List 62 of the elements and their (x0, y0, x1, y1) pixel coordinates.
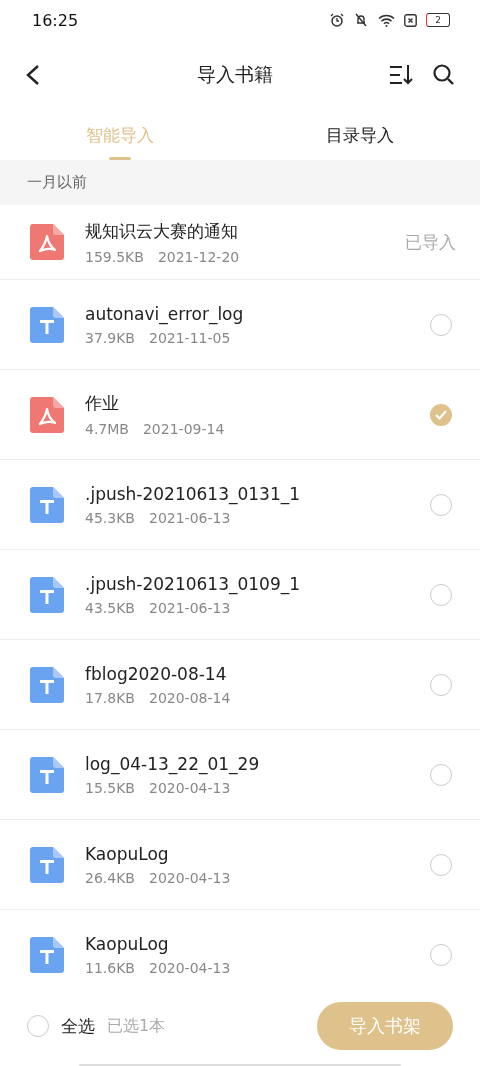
file-size: 11.6KB (85, 959, 135, 976)
file-size: 17.8KB (85, 689, 135, 706)
text-file-icon (30, 936, 64, 973)
file-date: 2021-06-13 (148, 509, 231, 526)
battery-icon: 2 (426, 13, 450, 27)
text-file-icon (30, 666, 64, 703)
select-checkbox[interactable] (430, 943, 452, 966)
tab[interactable]: 目录导入 (240, 110, 480, 160)
select-checkbox[interactable] (430, 853, 452, 876)
file-size: 37.9KB (85, 329, 135, 346)
no-sim-icon (404, 13, 417, 27)
file-name: 作业 (85, 392, 120, 415)
pdf-file-icon (30, 224, 64, 260)
sort-icon (388, 63, 414, 87)
file-name: log_04-13_22_01_29 (85, 753, 261, 774)
pdf-file-icon (30, 396, 64, 433)
page-title: 导入书籍 (196, 62, 274, 87)
file-size: 43.5KB (85, 599, 135, 616)
file-size: 159.5KB (85, 248, 144, 265)
search-icon (432, 63, 456, 87)
select-all-label: 全选 (61, 1014, 95, 1038)
tab[interactable]: 智能导入 (0, 110, 240, 160)
file-name: 规知识云大赛的通知 (85, 219, 239, 243)
section-header: 一月以前 (0, 160, 480, 205)
file-name: KaopuLog (85, 843, 170, 864)
status-time: 16:25 (32, 10, 79, 30)
file-size: 15.5KB (85, 779, 135, 796)
file-name: .jpush-20210613_0109_1 (85, 573, 302, 594)
text-file-icon (30, 576, 64, 613)
imported-label: 已导入 (405, 230, 456, 254)
file-date: 2021-06-13 (148, 599, 231, 616)
file-size: 4.7MB (85, 421, 129, 437)
file-name: .jpush-20210613_0131_1 (85, 483, 302, 504)
alarm-icon (330, 13, 344, 27)
file-date: 2020-04-13 (148, 869, 231, 886)
file-name: KaopuLog (85, 933, 170, 954)
muted-bell-icon (353, 13, 369, 27)
text-file-icon (30, 846, 64, 883)
file-size: 45.3KB (85, 509, 135, 526)
checkmark-icon (435, 409, 447, 420)
select-checkbox[interactable] (430, 493, 452, 516)
import-button[interactable]: 导入书架 (317, 1002, 453, 1050)
file-date: 2021-12-20 (157, 248, 240, 265)
select-checkbox[interactable] (430, 673, 452, 696)
file-name: autonavi_error_log (85, 303, 245, 324)
text-file-icon (30, 306, 64, 343)
text-file-icon (30, 756, 64, 793)
select-checkbox[interactable] (430, 313, 452, 336)
select-checkbox[interactable] (430, 583, 452, 606)
file-name: fblog2020-08-14 (85, 663, 228, 684)
file-date: 2020-04-13 (148, 779, 231, 796)
wifi-icon (378, 13, 395, 27)
file-date: 2020-08-14 (148, 689, 231, 706)
select-all-checkbox[interactable] (27, 1015, 49, 1037)
file-date: 2020-04-13 (148, 959, 231, 976)
select-checkbox[interactable] (430, 763, 452, 786)
file-date: 2021-09-14 (142, 421, 225, 437)
file-date: 2021-11-05 (148, 329, 231, 346)
file-size: 26.4KB (85, 869, 135, 886)
select-checkbox[interactable] (430, 403, 452, 426)
selected-count: 已选1本 (107, 1015, 167, 1037)
text-file-icon (30, 486, 64, 523)
